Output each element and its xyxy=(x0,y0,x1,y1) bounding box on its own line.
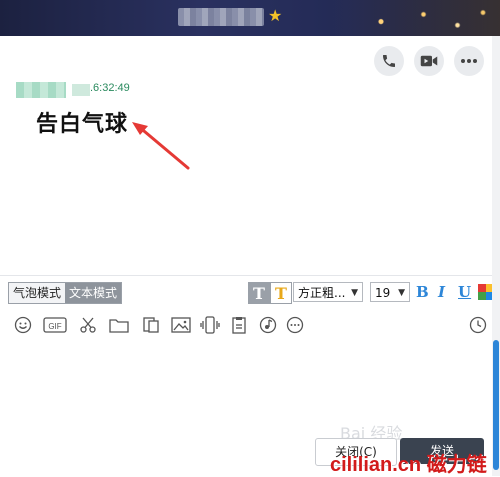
scrollbar-thumb[interactable] xyxy=(493,340,499,470)
voice-call-button[interactable] xyxy=(374,46,404,76)
text-mode-button[interactable]: 文本模式 xyxy=(65,283,122,303)
shake-icon[interactable] xyxy=(200,315,220,335)
site-watermark: cililian.cn 磁力链 xyxy=(330,454,487,476)
text-color-button[interactable]: T xyxy=(270,282,292,304)
svg-text:GIF: GIF xyxy=(48,322,61,331)
mode-toggle: 气泡模式 文本模式 xyxy=(8,282,123,304)
bold-button[interactable]: B xyxy=(416,282,429,302)
font-family-select[interactable]: 方正粗... ▼ xyxy=(293,282,363,302)
input-divider xyxy=(0,275,500,276)
chevron-down-icon: ▼ xyxy=(351,288,358,298)
font-size-select[interactable]: 19 ▼ xyxy=(370,282,410,302)
clipboard-icon[interactable] xyxy=(229,315,249,335)
image-icon[interactable] xyxy=(171,315,191,335)
message-timestamp: .6:32:49 xyxy=(90,82,130,94)
video-call-button[interactable] xyxy=(414,46,444,76)
folder-icon[interactable] xyxy=(109,315,129,335)
more-options-button[interactable] xyxy=(454,46,484,76)
title-bar: ★ xyxy=(0,0,500,36)
star-icon[interactable]: ★ xyxy=(268,6,282,25)
more-dots-icon[interactable] xyxy=(285,315,305,335)
sender-name-blurred xyxy=(16,82,66,98)
title-bar-background-image xyxy=(330,0,500,36)
contact-name-blurred xyxy=(178,8,264,26)
font-family-value: 方正粗... xyxy=(298,286,346,300)
italic-button[interactable]: I xyxy=(438,282,445,302)
underline-button[interactable]: U xyxy=(458,282,471,302)
bubble-mode-button[interactable]: 气泡模式 xyxy=(9,283,66,303)
sender-date-blurred xyxy=(72,84,90,96)
emoji-icon[interactable] xyxy=(13,315,33,335)
font-size-value: 19 xyxy=(375,286,391,300)
message-input[interactable] xyxy=(0,342,490,432)
message-text: 告白气球 xyxy=(36,111,129,137)
gif-icon[interactable]: GIF xyxy=(43,315,67,335)
music-icon[interactable] xyxy=(258,315,278,335)
phone-icon xyxy=(383,55,395,67)
video-camera-icon xyxy=(420,55,438,67)
scissors-icon[interactable] xyxy=(78,315,98,335)
history-clock-icon[interactable] xyxy=(468,315,488,335)
red-arrow-annotation xyxy=(132,122,190,170)
chevron-down-icon: ▼ xyxy=(398,288,405,298)
text-style-button[interactable]: T xyxy=(248,282,270,304)
doc-icon[interactable] xyxy=(141,315,161,335)
more-icon xyxy=(461,59,477,63)
